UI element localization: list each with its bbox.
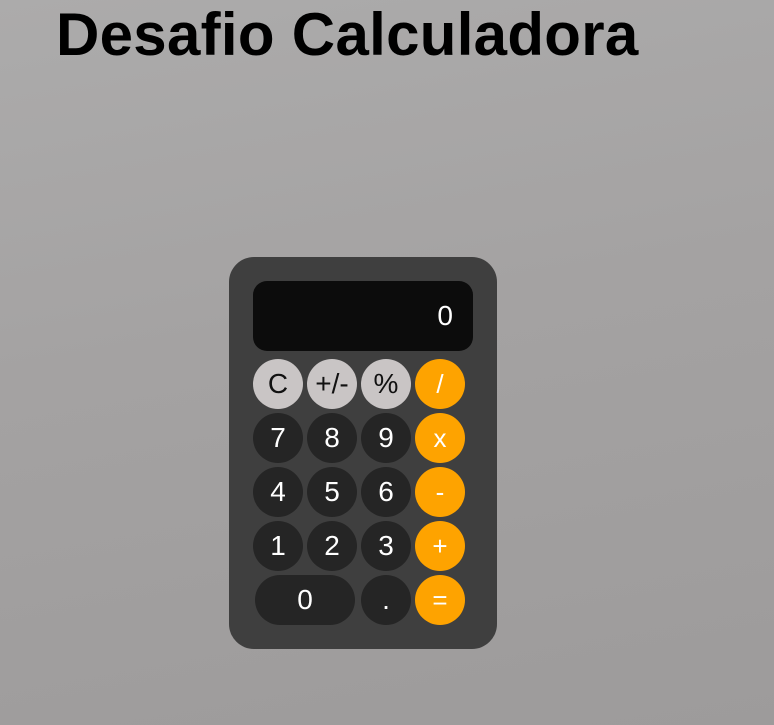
- digit-8-button[interactable]: 8: [307, 413, 357, 463]
- divide-button[interactable]: /: [415, 359, 465, 409]
- digit-7-button[interactable]: 7: [253, 413, 303, 463]
- digit-0-button[interactable]: 0: [255, 575, 355, 625]
- digit-3-button[interactable]: 3: [361, 521, 411, 571]
- toggle-sign-button[interactable]: +/-: [307, 359, 357, 409]
- digit-5-button[interactable]: 5: [307, 467, 357, 517]
- multiply-button[interactable]: x: [415, 413, 465, 463]
- equals-button[interactable]: =: [415, 575, 465, 625]
- clear-button[interactable]: C: [253, 359, 303, 409]
- digit-4-button[interactable]: 4: [253, 467, 303, 517]
- digit-9-button[interactable]: 9: [361, 413, 411, 463]
- digit-2-button[interactable]: 2: [307, 521, 357, 571]
- digit-1-button[interactable]: 1: [253, 521, 303, 571]
- page-title: Desafio Calculadora: [56, 1, 639, 68]
- percent-button[interactable]: %: [361, 359, 411, 409]
- digit-6-button[interactable]: 6: [361, 467, 411, 517]
- subtract-button[interactable]: -: [415, 467, 465, 517]
- calculator: 0 C +/- % / 7 8 9 x 4 5 6 - 1 2 3 + 0 . …: [229, 257, 497, 649]
- calculator-display: 0: [253, 281, 473, 351]
- add-button[interactable]: +: [415, 521, 465, 571]
- decimal-button[interactable]: .: [361, 575, 411, 625]
